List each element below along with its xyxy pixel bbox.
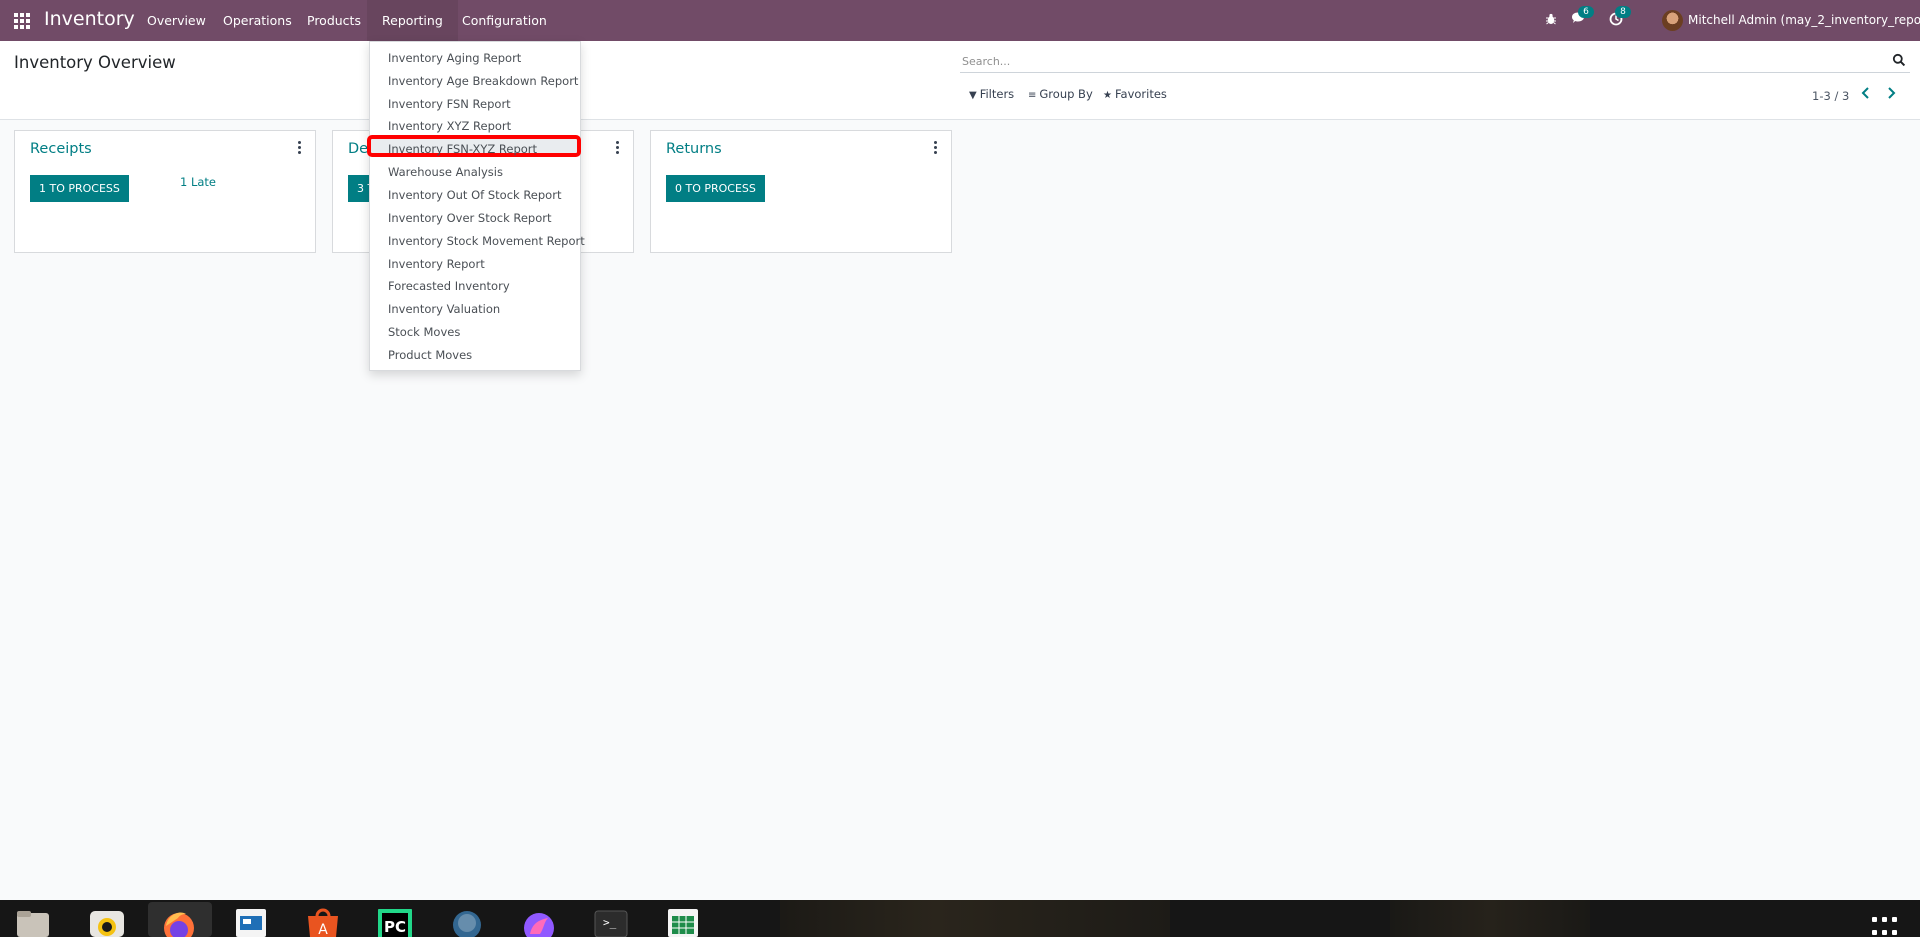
pycharm-icon[interactable]: PC [376,908,414,937]
menu-item-inventory-report[interactable]: Inventory Report [388,257,485,271]
to-process-button[interactable]: 0 TO PROCESS [666,175,765,202]
debug-bug-icon[interactable] [1545,13,1557,29]
menu-item-xyz-report[interactable]: Inventory XYZ Report [388,119,511,133]
menu-item-fsn-report[interactable]: Inventory FSN Report [388,97,511,111]
menu-item-out-of-stock-report[interactable]: Inventory Out Of Stock Report [388,188,561,202]
group-by-button[interactable]: ≡ Group By [1028,87,1093,101]
top-navbar: Inventory Overview Operations Products R… [0,0,1920,41]
app-store-icon[interactable]: A [304,908,342,937]
apps-menu-icon[interactable] [14,13,30,29]
menu-item-warehouse-analysis[interactable]: Warehouse Analysis [388,165,503,179]
menu-item-aging-report[interactable]: Inventory Aging Report [388,51,521,65]
libreoffice-calc-icon[interactable] [664,908,702,937]
search-input[interactable] [960,50,1884,72]
star-icon: ★ [1103,90,1112,101]
group-by-icon: ≡ [1028,90,1037,101]
menu-item-forecasted-inventory[interactable]: Forecasted Inventory [388,279,510,293]
svg-text:A: A [318,922,328,937]
firefox-dev-icon[interactable] [520,908,558,937]
pager-value[interactable]: 1-3 / 3 [1812,89,1849,103]
show-applications-icon[interactable] [1872,917,1902,937]
menu-item-fsn-xyz-report[interactable]: Inventory FSN-XYZ Report [388,142,537,156]
wallpaper-strip [1390,900,1590,937]
group-by-label: Group By [1039,87,1093,101]
messages-badge: 6 [1578,6,1594,18]
menu-item-over-stock-report[interactable]: Inventory Over Stock Report [388,211,552,225]
wallpaper-strip [780,900,1170,937]
card-title[interactable]: Receipts [30,141,92,157]
control-panel: Inventory Overview ▼Filters ≡Group By ★F… [0,41,1920,120]
activities-badge: 8 [1615,6,1631,18]
rhythmbox-icon[interactable] [88,908,126,937]
kebab-menu-icon[interactable] [297,141,303,155]
os-taskbar: A PC >_ [0,900,1920,937]
menu-configuration[interactable]: Configuration [447,0,562,41]
firefox-icon[interactable] [160,908,198,937]
files-icon[interactable] [14,908,52,937]
user-avatar[interactable] [1662,10,1683,31]
menu-products[interactable]: Products [292,0,376,41]
filter-icon: ▼ [969,90,977,101]
reporting-dropdown-menu: Inventory Aging Report Inventory Age Bre… [367,41,585,371]
card-receipts: Receipts 1 TO PROCESS 1 Late [14,130,316,253]
page-title: Inventory Overview [14,53,176,72]
pycharm-label: PC [384,918,406,936]
menu-item-product-moves[interactable]: Product Moves [388,348,472,362]
menu-reporting[interactable]: Reporting [367,0,458,41]
filters-button[interactable]: ▼ Filters [969,87,1014,101]
libreoffice-impress-icon[interactable] [232,908,270,937]
pager-previous-icon[interactable] [1857,84,1875,102]
messages-icon[interactable]: 6 [1571,6,1594,29]
search-bar [960,50,1910,73]
pager-next-icon[interactable] [1882,84,1900,102]
kebab-menu-icon[interactable] [615,141,621,155]
late-link[interactable]: 1 Late [180,175,216,189]
menu-item-inventory-valuation[interactable]: Inventory Valuation [388,302,500,316]
activities-clock-icon[interactable]: 8 [1609,6,1631,30]
terminal-label: >_ [603,916,617,929]
card-title[interactable]: Returns [666,141,722,157]
app-brand[interactable]: Inventory [44,8,135,30]
menu-item-age-breakdown-report[interactable]: Inventory Age Breakdown Report [388,74,578,88]
card-returns: Returns 0 TO PROCESS [650,130,952,253]
postgresql-icon[interactable] [448,908,486,937]
terminal-icon[interactable]: >_ [592,908,630,937]
kebab-menu-icon[interactable] [933,141,939,155]
user-menu-name[interactable]: Mitchell Admin (may_2_inventory_reports) [1688,13,1920,27]
filters-label: Filters [979,87,1015,101]
favorites-label: Favorites [1114,87,1167,101]
menu-item-stock-moves[interactable]: Stock Moves [388,325,460,339]
favorites-button[interactable]: ★ Favorites [1103,87,1167,101]
search-icon[interactable] [1892,53,1906,67]
to-process-button[interactable]: 1 TO PROCESS [30,175,129,202]
menu-item-stock-movement-report[interactable]: Inventory Stock Movement Report [388,234,585,248]
